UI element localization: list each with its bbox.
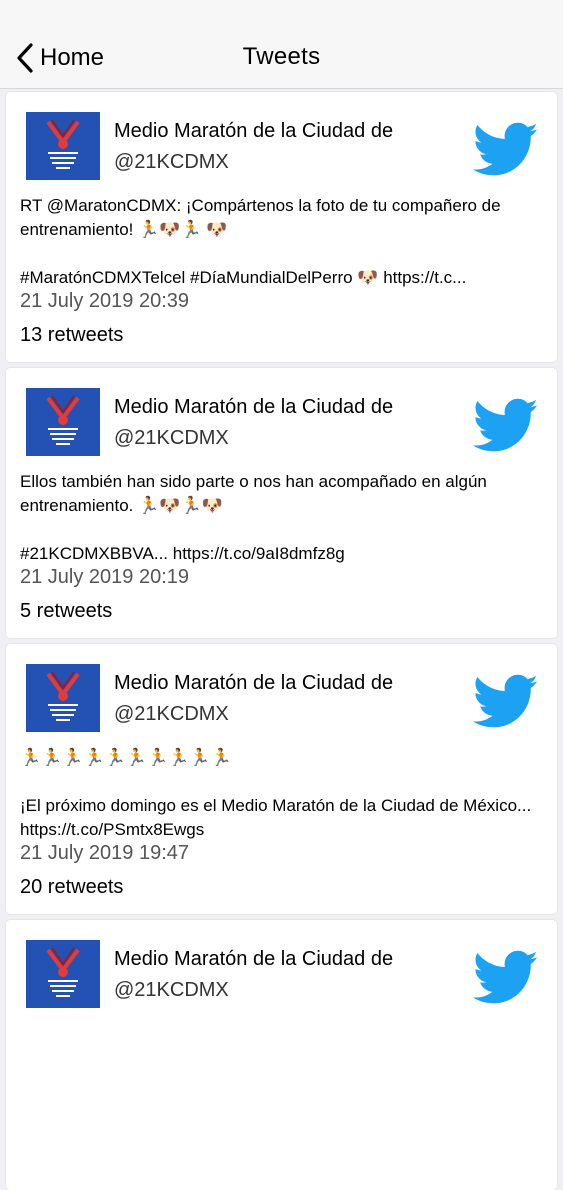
tweet-text: RT @MaratonCDMX: ¡Compártenos la foto de… <box>20 196 501 287</box>
author-handle: @21KCDMX <box>114 151 229 173</box>
avatar <box>26 112 100 180</box>
author-handle: @21KCDMX <box>114 979 229 1001</box>
race-logo-icon <box>26 940 100 1008</box>
tweet-date: 21 July 2019 19:47 <box>20 842 190 864</box>
author-name: Medio Maratón de la Ciudad de <box>114 948 394 970</box>
avatar <box>26 940 100 1008</box>
author-name: Medio Maratón de la Ciudad de <box>114 672 394 694</box>
tweet-text: Ellos también han sido parte o nos han a… <box>20 472 487 563</box>
page-title: Tweets <box>242 43 321 70</box>
tweet-card[interactable]: Medio Maratón de la Ciudad de @21KCDMX 🏃… <box>6 644 557 914</box>
retweet-count: 20 retweets <box>20 876 124 898</box>
tweet-card[interactable]: Medio Maratón de la Ciudad de @21KCDMX <box>6 920 557 1190</box>
tweet-card[interactable]: Medio Maratón de la Ciudad de @21KCDMX E… <box>6 368 557 638</box>
twitter-bird-icon <box>473 674 538 728</box>
twitter-bird-icon <box>473 950 538 1004</box>
twitter-bird-icon <box>473 122 538 176</box>
tweet-date: 21 July 2019 20:39 <box>20 290 190 312</box>
race-logo-icon <box>26 388 100 456</box>
author-name: Medio Maratón de la Ciudad de <box>114 396 394 418</box>
twitter-bird-icon <box>473 398 538 452</box>
navigation-bar: Home Tweets <box>0 0 563 89</box>
avatar <box>26 388 100 456</box>
avatar <box>26 664 100 732</box>
author-handle: @21KCDMX <box>114 703 229 725</box>
tweet-card[interactable]: Medio Maratón de la Ciudad de @21KCDMX R… <box>6 92 557 362</box>
race-logo-icon <box>26 664 100 732</box>
retweet-count: 5 retweets <box>20 600 113 622</box>
retweet-count: 13 retweets <box>20 324 124 346</box>
race-logo-icon <box>26 112 100 180</box>
tweet-text: 🏃🏃🏃🏃🏃🏃🏃🏃🏃🏃 ¡El próximo domingo es el Med… <box>20 748 532 839</box>
author-name: Medio Maratón de la Ciudad de <box>114 120 394 142</box>
author-handle: @21KCDMX <box>114 427 229 449</box>
tweet-date: 21 July 2019 20:19 <box>20 566 190 588</box>
